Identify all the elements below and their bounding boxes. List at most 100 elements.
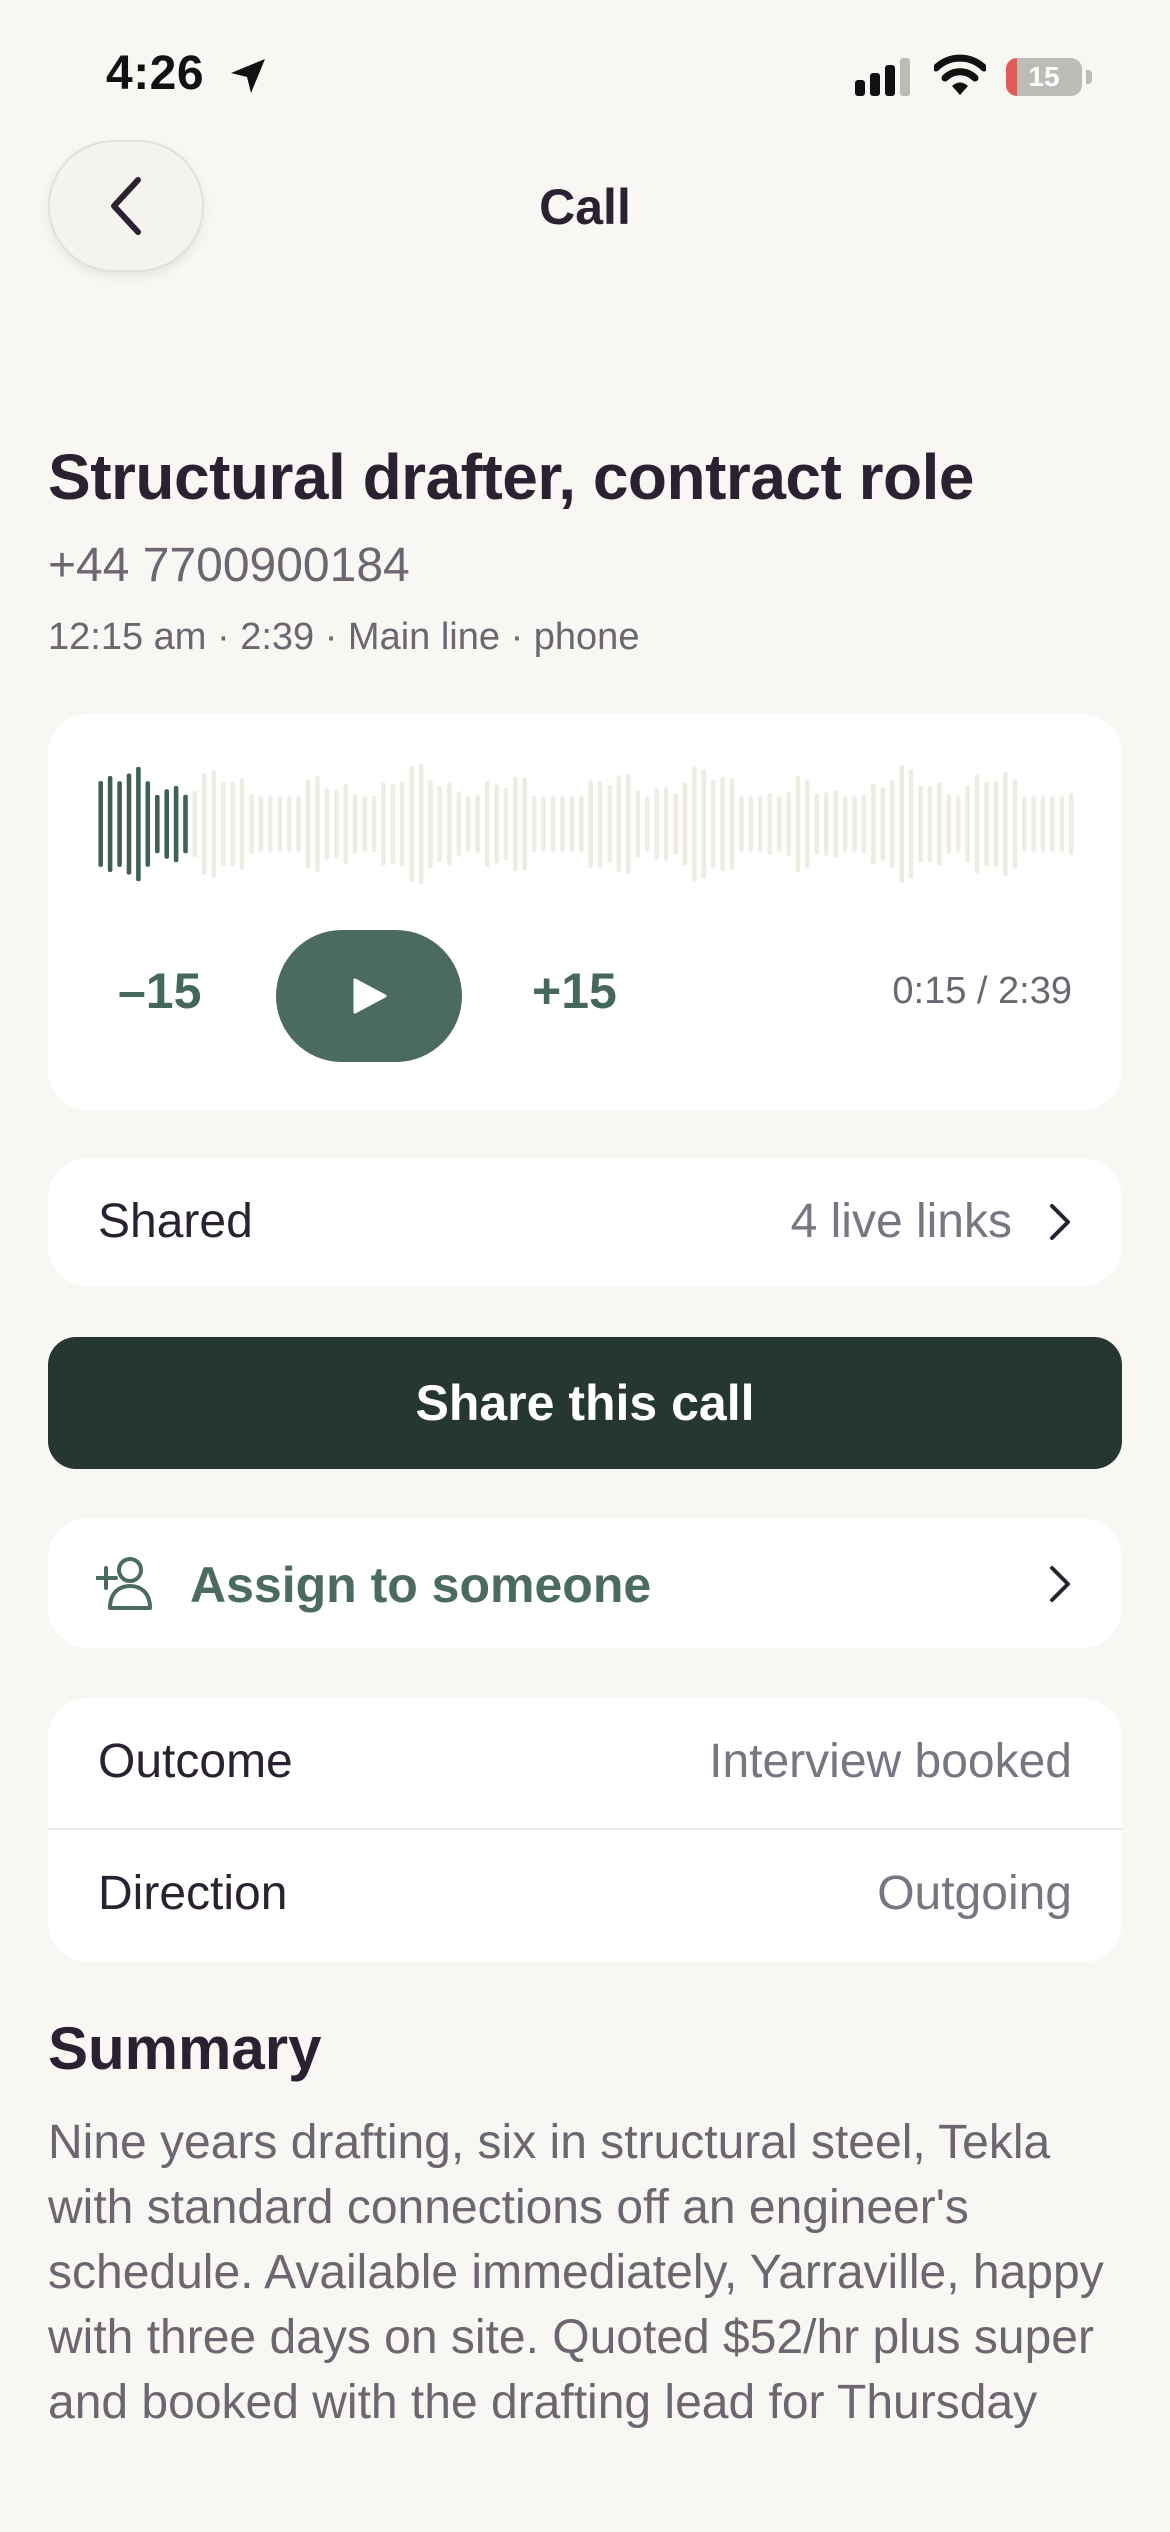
waveform-bar [305,779,311,869]
waveform-bar [324,788,330,860]
waveform-bar [824,792,829,856]
skip-back-button[interactable]: –15 [118,962,201,1020]
waveform-bar [880,787,886,861]
waveform-bar [428,779,433,869]
waveform-bar [399,781,405,867]
waveform-bar [220,781,226,866]
call-detail-screen: 4:26 15 Call Structural drafter, contrac… [0,0,1170,2532]
waveform-bar [597,780,603,868]
waveform-bar [550,796,556,852]
waveform-bar [579,796,584,852]
waveform-bar [343,784,348,864]
shared-value: 4 live links [790,1195,1012,1248]
waveform-bar [371,795,377,853]
waveform-bar [786,791,791,857]
waveform-bar [720,777,725,871]
waveform-bar [183,794,188,854]
waveform-bar [814,793,820,855]
playback-time: 0:15 / 2:39 [892,970,1072,1012]
waveform-bar [531,796,537,852]
waveform-bar [626,773,631,875]
waveform-bar [1003,771,1008,877]
waveform-bar [710,780,716,868]
waveform-bar [776,796,782,852]
waveform-bar [692,766,697,882]
share-call-button[interactable]: Share this call [48,1337,1122,1469]
waveform-bar [635,790,641,858]
waveform-bar [852,796,857,852]
waveform-bar [258,796,264,852]
skip-forward-button[interactable]: +15 [532,962,617,1020]
waveform-bar [230,781,235,867]
waveform-bar [748,796,754,852]
call-meta: 12:15 am · 2:39 · Main line · phone [48,616,640,658]
location-arrow-icon [231,59,265,93]
waveform-bar [937,782,942,866]
waveform-bar [890,780,895,868]
waveform-bar [98,781,103,867]
waveform-bar [418,763,424,885]
outcome-value: Interview booked [709,1735,1072,1788]
play-button[interactable] [276,930,462,1062]
waveform-bar [522,777,527,871]
waveform-bar [842,796,848,852]
waveform-bar [861,794,867,854]
page-title: Call [539,179,631,235]
chevron-right-icon [1050,1204,1070,1240]
waveform-bar [918,785,923,863]
waveform-bar [164,789,169,859]
waveform-bar [381,782,386,866]
waveform-bar [249,794,254,854]
waveform-bar [513,777,518,871]
assign-row[interactable]: Assign to someone [48,1518,1122,1648]
waveform-bar [155,794,160,854]
direction-row: Direction Outgoing [48,1830,1122,1962]
waveform-bar [607,784,612,864]
waveform-bar [352,794,358,854]
waveform-bar [701,769,707,879]
waveform-bar [673,793,678,855]
waveform-bar [136,766,141,882]
summary-text: Nine years drafting, six in structural s… [48,2116,1104,2428]
shared-links-row[interactable]: Shared 4 live links [48,1158,1122,1286]
waveform-bar [126,773,132,875]
waveform-bar [117,781,122,867]
waveform-bar [974,774,980,874]
waveform-bar [437,786,443,862]
waveform-bar [211,770,217,878]
shared-label: Shared [98,1195,253,1248]
waveform-bar [1059,796,1065,852]
waveform-bar [588,780,593,868]
waveform-bar [447,782,452,866]
waveform-bar [965,785,970,863]
waveform-bar [927,786,933,863]
waveform-bar [729,778,735,870]
waveform-bar [908,769,914,879]
waveform-bar [805,780,810,868]
direction-value: Outgoing [877,1867,1072,1920]
add-person-icon [96,1557,152,1610]
waveform-bar [475,795,480,853]
assign-label: Assign to someone [190,1557,652,1613]
waveform-bar [173,786,179,863]
waveform-bar [107,776,113,872]
waveform-bar [1012,779,1018,869]
phone-number: +44 7700900184 [48,539,410,592]
waveform-bar [795,776,801,872]
waveform-bar [334,789,339,859]
status-time: 4:26 [106,47,205,100]
waveform-bar [616,775,622,873]
battery-percent: 15 [1028,61,1060,92]
waveform-bar [654,788,659,860]
waveform-bar [682,782,688,866]
audio-waveform[interactable] [96,754,1076,894]
waveform-bar [192,790,198,858]
outcome-row: Outcome Interview booked [48,1698,1122,1830]
waveform-bar [202,773,207,875]
waveform-bar [955,796,961,852]
chevron-right-icon [1050,1566,1070,1602]
wifi-icon [934,54,986,95]
waveform-bar [239,778,245,870]
waveform-bar [871,784,876,864]
waveform-bar [946,793,952,855]
